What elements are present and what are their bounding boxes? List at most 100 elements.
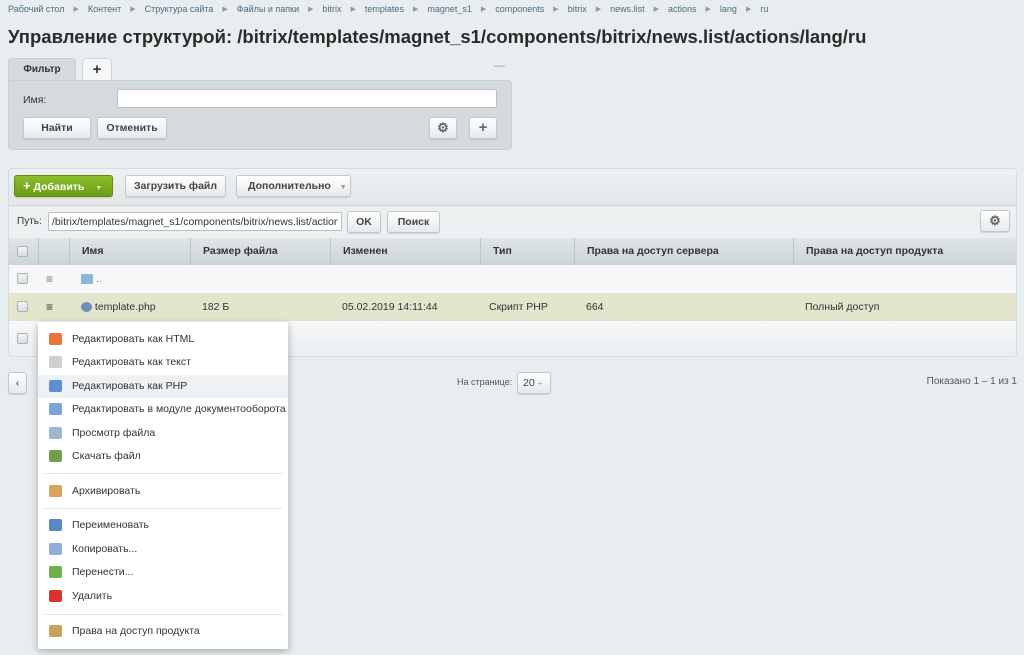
delete-icon [49,590,62,602]
archive-icon [49,485,62,497]
breadcrumb-separator-icon: ▶ [595,6,602,13]
row-checkbox[interactable] [17,273,28,284]
path-label: Путь: [17,216,42,227]
row-menu-icon[interactable]: ≡ [46,293,57,321]
workflow-edit-icon [49,403,62,415]
table-row[interactable]: ≡ template.php 182 Б 05.02.2019 14:11:44… [9,293,1016,321]
ok-button[interactable]: OK [347,211,381,233]
menu-item-label: Редактировать в модуле документооборота [72,403,286,415]
table-row[interactable]: ≡ .. [9,265,1016,293]
chevron-down-icon: ▼ [95,185,103,192]
prev-page-button[interactable]: ‹ [8,372,27,394]
file-modified: 05.02.2019 14:11:44 [342,301,438,313]
upload-file-button[interactable]: Загрузить файл [125,175,226,197]
chevron-down-icon: ▼ [339,184,347,191]
breadcrumb-item[interactable]: Структура сайта [145,4,214,15]
page-title: Управление структурой: /bitrix/templates… [8,26,867,47]
breadcrumb-separator-icon: ▶ [553,6,559,13]
menu-item-label: Удалить [72,590,113,602]
html-edit-icon [49,333,62,345]
breadcrumb-item[interactable]: templates [365,4,404,15]
menu-item[interactable]: Права на доступ продукта [38,620,288,643]
menu-separator [44,614,282,615]
row-checkbox[interactable] [17,301,28,312]
col-server-rights[interactable]: Права на доступ сервера [574,238,793,265]
breadcrumb-item[interactable]: magnet_s1 [427,4,472,15]
menu-item[interactable]: Переименовать [38,514,288,537]
name-label: Имя: [23,94,47,106]
breadcrumb-item[interactable]: bitrix [568,4,587,15]
file-size: 182 Б [202,301,230,313]
list-settings-gear-icon[interactable]: ⚙ [980,210,1010,232]
per-page-select[interactable]: 20 ÷ [517,372,551,394]
find-button[interactable]: Найти [23,117,91,139]
add-filter-field-button[interactable]: + [469,117,497,139]
breadcrumb-separator-icon: ▶ [480,6,487,13]
more-button[interactable]: Дополнительно ▼ [236,175,351,197]
breadcrumb: Рабочий стол ▶ Контент ▶ Структура сайта ▶ Фай… [8,4,768,15]
server-rights: 664 [586,301,604,313]
breadcrumb-item[interactable]: Рабочий стол [8,4,65,15]
col-name[interactable]: Имя [69,238,190,265]
plus-icon: + [23,178,31,193]
menu-item-label: Просмотр файла [72,427,156,439]
name-input[interactable] [117,89,497,108]
menu-item[interactable]: Копировать... [38,538,288,561]
breadcrumb-item[interactable]: Контент [88,4,121,15]
add-filter-tab-button[interactable]: + [82,58,112,82]
breadcrumb-separator-icon: ▶ [73,6,79,13]
breadcrumb-item[interactable]: lang [720,4,737,15]
cancel-button[interactable]: Отменить [97,117,167,139]
tab-filter[interactable]: Фильтр [8,58,76,82]
breadcrumb-item[interactable]: components [495,4,544,15]
menu-item[interactable]: Перенести... [38,561,288,584]
footer-checkbox[interactable] [17,333,28,344]
menu-item[interactable]: Архивировать [38,480,288,503]
rename-icon [49,519,62,531]
menu-item[interactable]: Редактировать как текст [38,351,288,374]
menu-item[interactable]: Редактировать как PHP [38,375,288,398]
menu-item[interactable]: Скачать файл [38,445,288,468]
col-type[interactable]: Тип [480,238,574,265]
php-edit-icon [49,380,62,392]
breadcrumb-separator-icon: ▶ [222,6,228,13]
filter-settings-gear-icon[interactable]: ⚙ [429,117,457,139]
breadcrumb-item[interactable]: news.list [610,4,645,15]
menu-item-label: Редактировать как PHP [72,380,188,392]
breadcrumb-separator-icon: ▶ [745,6,752,13]
search-button[interactable]: Поиск [387,211,440,233]
access-rights-icon [49,625,62,637]
breadcrumb-separator-icon: ▶ [653,6,659,13]
row-menu-icon[interactable]: ≡ [46,265,57,293]
file-type: Скрипт PHP [489,301,548,313]
breadcrumb-item[interactable]: actions [668,4,697,15]
favorite-star-icon[interactable]: ☆ [789,28,803,48]
add-button[interactable]: + Добавить ▼ [14,175,113,197]
path-input[interactable] [48,212,342,231]
txt-edit-icon [49,356,62,368]
collapse-filter-button[interactable]: — [494,60,505,72]
download-icon [49,450,62,462]
breadcrumb-item[interactable]: Файлы и папки [237,4,299,15]
php-file-icon [81,302,92,313]
file-name-link[interactable]: template.php [81,293,156,321]
select-all-checkbox[interactable] [17,246,28,257]
menu-item[interactable]: Просмотр файла [38,422,288,445]
view-file-icon [49,427,62,439]
parent-folder-link[interactable]: .. [81,265,102,293]
breadcrumb-separator-icon: ▶ [130,6,136,13]
breadcrumb-separator-icon: ▶ [412,6,419,13]
breadcrumb-item[interactable]: ru [760,4,768,15]
menu-item[interactable]: Удалить [38,585,288,608]
move-icon [49,566,62,578]
menu-item[interactable]: Редактировать в модуле документооборота [38,398,288,421]
menu-separator [44,508,282,509]
copy-icon [49,543,62,555]
col-size[interactable]: Размер файла [190,238,330,265]
menu-item-label: Скачать файл [72,450,141,462]
col-modified[interactable]: Изменен [330,238,480,265]
breadcrumb-item[interactable]: bitrix [323,4,342,15]
folder-up-icon [81,274,93,285]
menu-item[interactable]: Редактировать как HTML [38,328,288,351]
col-product-rights[interactable]: Права на доступ продукта [793,238,1016,265]
